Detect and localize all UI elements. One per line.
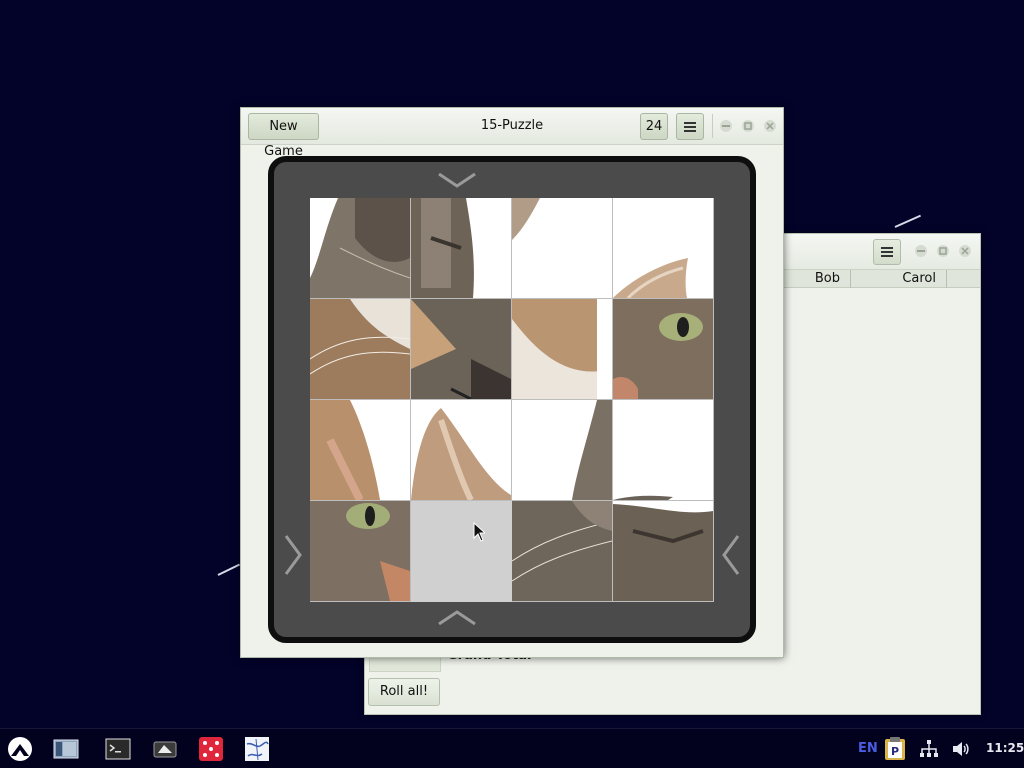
- taskbar: EN P 11:25: [0, 728, 1024, 768]
- puzzle-tile[interactable]: [512, 400, 613, 501]
- column-header-bob[interactable]: Bob: [785, 270, 851, 288]
- puzzle-window-header: New Game 15-Puzzle 24: [241, 108, 783, 159]
- clipboard-icon[interactable]: P: [884, 737, 906, 761]
- hamburger-icon: [684, 121, 696, 132]
- chevron-up-icon[interactable]: [437, 608, 477, 630]
- dice-menu-button[interactable]: [873, 239, 901, 265]
- puzzle-icon[interactable]: [244, 736, 270, 762]
- network-icon[interactable]: [919, 739, 939, 759]
- new-game-button[interactable]: New Game: [248, 113, 319, 159]
- keyboard-layout-indicator[interactable]: EN: [858, 741, 878, 756]
- puzzle-board: [268, 156, 756, 643]
- puzzle-tile[interactable]: [613, 198, 714, 299]
- puzzle-tile[interactable]: [613, 400, 714, 501]
- mouse-pointer-icon: [473, 522, 485, 542]
- puzzle-window: New Game 15-Puzzle 24: [240, 107, 784, 658]
- puzzle-tile[interactable]: [411, 400, 512, 501]
- desktop-decoration-line: [217, 563, 241, 576]
- puzzle-tile[interactable]: [310, 400, 411, 501]
- empty-slot[interactable]: [411, 501, 512, 602]
- puzzle-tile[interactable]: [310, 198, 411, 299]
- move-counter-button[interactable]: 24: [640, 113, 668, 140]
- column-header-carol[interactable]: Carol: [851, 270, 947, 288]
- volume-icon[interactable]: [951, 739, 971, 759]
- tile-grid: [310, 198, 714, 602]
- puzzle-tile[interactable]: [512, 198, 613, 299]
- puzzle-tile[interactable]: [613, 501, 714, 602]
- chevron-down-icon[interactable]: [437, 168, 477, 190]
- close-icon[interactable]: [763, 119, 777, 133]
- puzzle-tile[interactable]: [310, 299, 411, 400]
- puzzle-menu-button[interactable]: [676, 113, 704, 140]
- puzzle-tile[interactable]: [613, 299, 714, 400]
- puzzle-tile[interactable]: [411, 299, 512, 400]
- roll-all-button[interactable]: Roll all!: [368, 678, 440, 706]
- desktop-decoration-line: [894, 214, 921, 228]
- chevron-left-icon[interactable]: [720, 534, 742, 576]
- minimize-icon[interactable]: [719, 119, 733, 133]
- maximize-icon[interactable]: [741, 119, 755, 133]
- terminal-icon[interactable]: [105, 736, 131, 762]
- dice-icon[interactable]: [198, 736, 224, 762]
- close-icon[interactable]: [958, 244, 972, 258]
- minimize-icon[interactable]: [914, 244, 928, 258]
- file-manager-icon[interactable]: [53, 736, 79, 762]
- puzzle-tile[interactable]: [512, 501, 613, 602]
- chevron-right-icon[interactable]: [282, 534, 304, 576]
- hamburger-icon: [881, 247, 893, 257]
- maximize-icon[interactable]: [936, 244, 950, 258]
- puzzle-tile[interactable]: [411, 198, 512, 299]
- launcher-icon[interactable]: [7, 736, 33, 762]
- header-separator: [712, 114, 713, 138]
- clock[interactable]: 11:25: [986, 741, 1024, 755]
- puzzle-tile[interactable]: [512, 299, 613, 400]
- svg-text:P: P: [891, 745, 899, 758]
- screenshot-icon[interactable]: [152, 736, 178, 762]
- puzzle-tile[interactable]: [310, 501, 411, 602]
